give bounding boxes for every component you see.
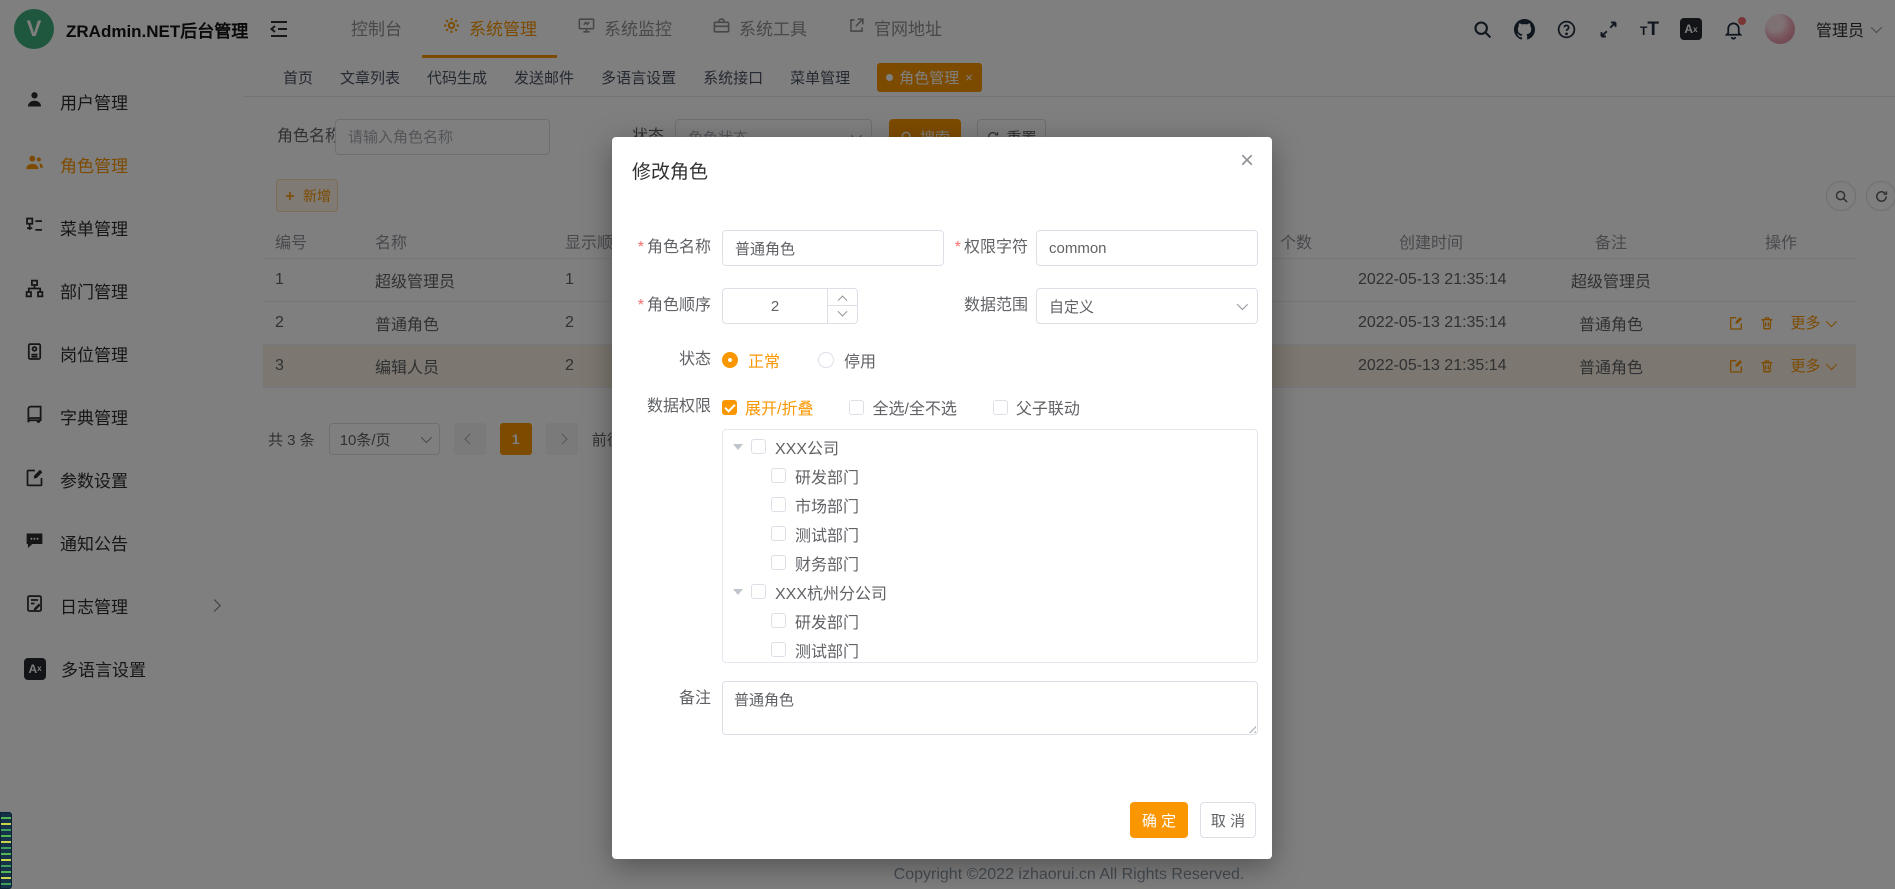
tree-checkbox[interactable]	[771, 526, 786, 541]
checkbox-select-all[interactable]	[849, 400, 864, 415]
app-root: V ZRAdmin.NET后台管理 用户管理 角色管理 菜单管理 部门管理	[0, 0, 1895, 889]
stepper-controls	[827, 289, 857, 323]
radio-disabled-label: 停用	[844, 348, 876, 372]
close-icon[interactable]: ×	[1240, 149, 1254, 173]
tree-node[interactable]: 研发部门	[723, 461, 1257, 490]
caret-down-icon[interactable]	[733, 589, 743, 595]
role-sort-label: *角色顺序	[612, 288, 711, 324]
tree-node-label: XXX杭州分公司	[775, 580, 887, 604]
dept-tree: XXX公司 研发部门 市场部门 测试部门 财务部门 XXX杭州分公司	[722, 429, 1258, 663]
role-sort-stepper	[722, 288, 858, 324]
chevron-down-icon	[837, 307, 847, 317]
checkbox-expand[interactable]	[722, 400, 737, 415]
checkbox-select-all-label: 全选/全不选	[872, 395, 956, 419]
dialog-title: 修改角色	[632, 157, 708, 184]
perm-options: 展开/折叠 全选/全不选 父子联动	[722, 389, 1080, 425]
tree-checkbox[interactable]	[771, 642, 786, 657]
remark-label: 备注	[612, 689, 711, 709]
role-key-input[interactable]	[1036, 230, 1258, 266]
tree-checkbox[interactable]	[771, 468, 786, 483]
confirm-button[interactable]: 确 定	[1130, 802, 1188, 838]
caret-down-icon[interactable]	[733, 444, 743, 450]
data-perm-label: 数据权限	[612, 389, 711, 425]
tree-checkbox[interactable]	[751, 584, 766, 599]
role-key-label: *权限字符	[902, 230, 1028, 266]
chevron-down-icon	[1237, 299, 1248, 310]
required-mark: *	[638, 297, 644, 314]
remark-textarea[interactable]: 普通角色	[722, 681, 1258, 735]
tree-node-label: 研发部门	[795, 464, 859, 488]
required-mark: *	[638, 239, 644, 256]
role-name-label: *角色名称	[612, 230, 711, 266]
checkbox-parent-child-label: 父子联动	[1016, 395, 1080, 419]
checkbox-expand-label: 展开/折叠	[745, 395, 813, 419]
tree-node[interactable]: 市场部门	[723, 490, 1257, 519]
radio-normal[interactable]	[722, 352, 738, 368]
tree-checkbox[interactable]	[771, 613, 786, 628]
stepper-down-button[interactable]	[827, 306, 857, 323]
tree-node-label: XXX公司	[775, 435, 839, 459]
tree-node-label: 市场部门	[795, 493, 859, 517]
data-scope-select[interactable]: 自定义	[1036, 288, 1258, 324]
tree-checkbox[interactable]	[771, 555, 786, 570]
tree-node[interactable]: XXX公司	[723, 432, 1257, 461]
stepper-up-button[interactable]	[827, 289, 857, 306]
edit-role-dialog: 修改角色 × *角色名称 *权限字符 *角色顺序 数据范围 自定义 状态	[612, 137, 1272, 859]
status-radio-group: 正常 停用	[722, 342, 876, 378]
data-scope-label: 数据范围	[902, 288, 1028, 324]
tree-node-label: 研发部门	[795, 609, 859, 633]
tree-node[interactable]: 财务部门	[723, 548, 1257, 577]
tree-checkbox[interactable]	[751, 439, 766, 454]
checkbox-parent-child[interactable]	[993, 400, 1008, 415]
tree-node[interactable]: 测试部门	[723, 635, 1257, 663]
remark-field: 普通角色	[722, 681, 1258, 735]
radio-disabled[interactable]	[818, 352, 834, 368]
cancel-button[interactable]: 取 消	[1200, 802, 1256, 838]
status-label: 状态	[612, 342, 711, 378]
tree-checkbox[interactable]	[771, 497, 786, 512]
tree-node-label: 财务部门	[795, 551, 859, 575]
devtools-badge[interactable]	[0, 812, 12, 889]
tree-node[interactable]: 测试部门	[723, 519, 1257, 548]
tree-node[interactable]: 研发部门	[723, 606, 1257, 635]
radio-normal-label: 正常	[748, 348, 780, 372]
data-scope-value: 自定义	[1049, 296, 1094, 317]
required-mark: *	[955, 239, 961, 256]
chevron-up-icon	[837, 295, 847, 305]
tree-node[interactable]: XXX杭州分公司	[723, 577, 1257, 606]
tree-node-label: 测试部门	[795, 638, 859, 662]
tree-node-label: 测试部门	[795, 522, 859, 546]
